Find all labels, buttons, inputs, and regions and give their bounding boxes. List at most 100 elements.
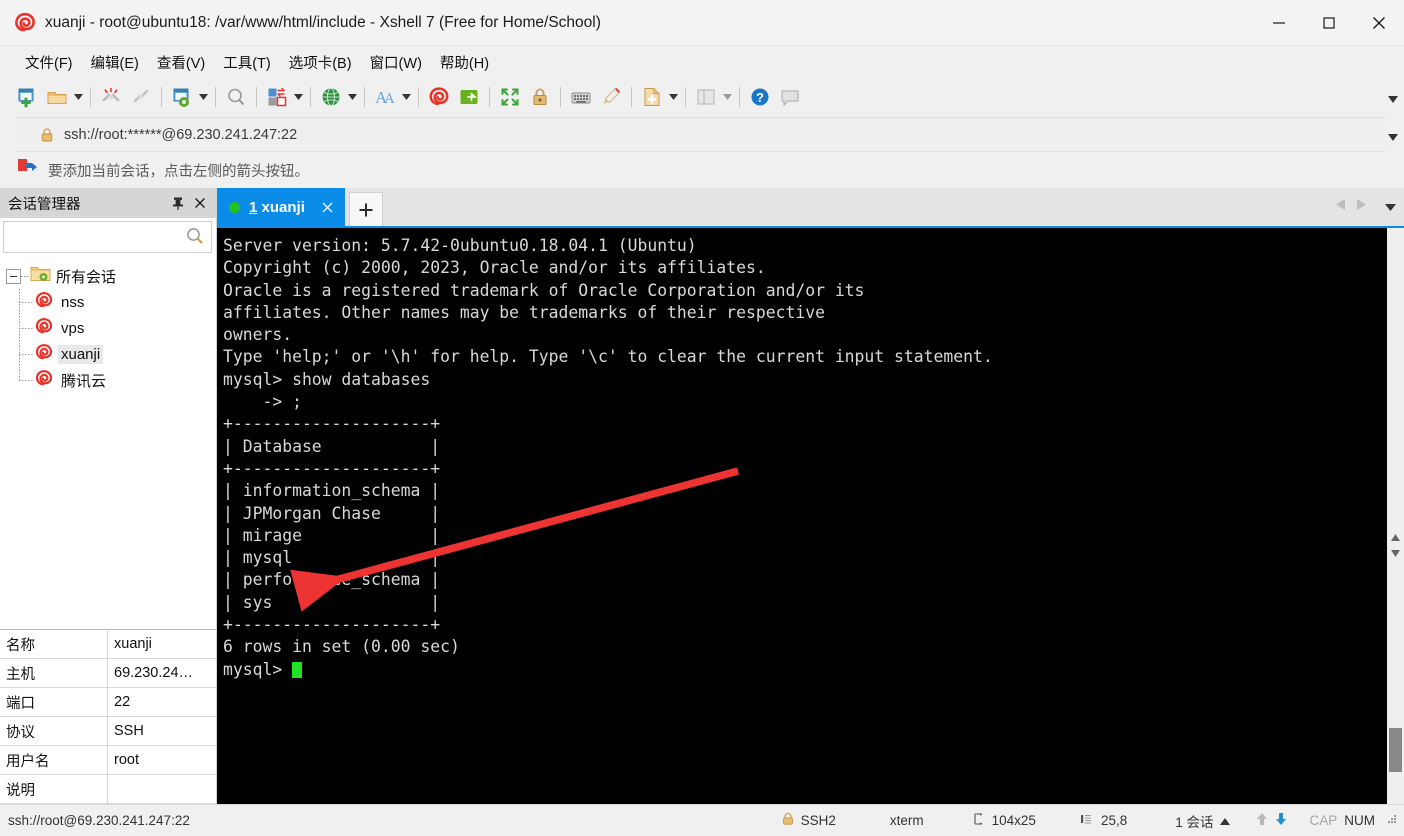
xshell-session-icon bbox=[34, 369, 54, 392]
notification-bar: 要添加当前会话，点击左侧的箭头按钮。 bbox=[0, 152, 1404, 188]
new-file-dropdown-icon[interactable] bbox=[667, 83, 680, 111]
font-icon[interactable]: A A bbox=[370, 82, 400, 112]
scroll-up-icon[interactable] bbox=[1387, 530, 1404, 545]
address-bar[interactable]: ssh://root:******@69.230.241.247:22 bbox=[16, 117, 1398, 152]
lock-icon bbox=[40, 127, 54, 143]
session-search-box[interactable] bbox=[3, 221, 212, 253]
new-file-icon[interactable] bbox=[637, 82, 667, 112]
terminal-line: Copyright (c) 2000, 2023, Oracle and/or … bbox=[223, 258, 766, 278]
status-num-lock: NUM bbox=[1344, 813, 1375, 828]
new-tab-button[interactable] bbox=[348, 192, 383, 226]
terminal-prompt: mysql> bbox=[223, 659, 293, 679]
terminal-line: | mirage | bbox=[223, 525, 441, 545]
tree-root-all-sessions[interactable]: 所有会话 bbox=[0, 263, 216, 289]
status-protocol: SSH2 bbox=[800, 813, 836, 828]
keyboard-icon[interactable] bbox=[566, 82, 596, 112]
open-folder-dropdown-icon[interactable] bbox=[72, 83, 85, 111]
session-item-vps[interactable]: vps bbox=[0, 315, 216, 341]
status-connection: ssh://root@69.230.241.247:22 bbox=[8, 813, 190, 828]
session-caret-icon[interactable] bbox=[1220, 813, 1231, 828]
chevron-right-icon[interactable] bbox=[1356, 198, 1367, 216]
arrow-up-icon bbox=[1256, 812, 1268, 829]
fullscreen-icon[interactable] bbox=[495, 82, 525, 112]
xshell-icon[interactable] bbox=[424, 82, 454, 112]
toolbar-separator bbox=[418, 87, 419, 107]
terminal-line: Server version: 5.7.42-0ubuntu0.18.04.1 … bbox=[223, 236, 697, 255]
session-item-tencent-cloud[interactable]: 腾讯云 bbox=[0, 367, 216, 393]
highlight-icon[interactable] bbox=[596, 82, 626, 112]
comment-icon[interactable] bbox=[775, 82, 805, 112]
find-icon[interactable] bbox=[221, 82, 251, 112]
menu-tabs[interactable]: 选项卡(B) bbox=[280, 49, 361, 76]
terminal-screen[interactable]: Server version: 5.7.42-0ubuntu0.18.04.1 … bbox=[217, 228, 1386, 804]
terminal-scrollbar[interactable] bbox=[1386, 228, 1404, 804]
property-key: 名称 bbox=[0, 630, 108, 658]
layout-icon[interactable] bbox=[691, 82, 721, 112]
menu-help[interactable]: 帮助(H) bbox=[431, 49, 498, 76]
reconnect-icon[interactable] bbox=[126, 82, 156, 112]
session-properties-icon[interactable] bbox=[167, 82, 197, 112]
close-icon[interactable] bbox=[190, 193, 210, 213]
scrollbar-thumb[interactable] bbox=[1389, 728, 1402, 772]
menu-view[interactable]: 查看(V) bbox=[148, 49, 214, 76]
xshell-spiral-icon bbox=[14, 12, 36, 34]
minimize-button[interactable] bbox=[1254, 0, 1304, 45]
toolbar-overflow-icon[interactable] bbox=[1388, 90, 1398, 108]
property-value: root bbox=[114, 752, 139, 768]
chevron-down-icon[interactable] bbox=[1388, 128, 1398, 146]
resize-grip-icon[interactable] bbox=[1386, 813, 1398, 828]
menu-edit[interactable]: 编辑(E) bbox=[82, 49, 148, 76]
expander-icon[interactable] bbox=[6, 268, 21, 284]
open-folder-icon[interactable] bbox=[42, 82, 72, 112]
session-properties-dropdown-icon[interactable] bbox=[197, 83, 210, 111]
font-dropdown-icon[interactable] bbox=[400, 83, 413, 111]
property-row: 名称 xuanji bbox=[0, 630, 216, 659]
session-properties-table: 名称 xuanji 主机 69.230.24… 端口 22 协议 SSH 用户名 bbox=[0, 629, 216, 804]
maximize-button[interactable] bbox=[1304, 0, 1354, 45]
session-item-nss[interactable]: nss bbox=[0, 289, 216, 315]
menu-window[interactable]: 窗口(W) bbox=[361, 49, 431, 76]
transfer-dropdown-icon[interactable] bbox=[292, 83, 305, 111]
globe-dropdown-icon[interactable] bbox=[346, 83, 359, 111]
address-url: ssh://root:******@69.230.241.247:22 bbox=[64, 126, 298, 143]
layout-dropdown-icon[interactable] bbox=[721, 83, 734, 111]
property-key: 端口 bbox=[0, 688, 108, 716]
xshell-session-icon bbox=[34, 343, 54, 366]
toolbar-separator bbox=[90, 87, 91, 107]
terminal-line: 6 rows in set (0.00 sec) bbox=[223, 637, 460, 657]
folder-sessions-icon bbox=[30, 265, 51, 288]
pin-icon[interactable] bbox=[168, 193, 188, 213]
property-row: 用户名 root bbox=[0, 746, 216, 775]
tree-connector bbox=[19, 379, 34, 381]
search-input[interactable] bbox=[4, 228, 211, 246]
property-key: 协议 bbox=[0, 717, 108, 745]
chevron-left-icon[interactable] bbox=[1335, 198, 1346, 216]
menu-file[interactable]: 文件(F) bbox=[16, 49, 82, 76]
xftp-icon[interactable] bbox=[454, 82, 484, 112]
toolbar-separator bbox=[364, 87, 365, 107]
toolbar-separator bbox=[489, 87, 490, 107]
session-label: xuanji bbox=[58, 344, 104, 364]
scroll-down-icon[interactable] bbox=[1387, 546, 1404, 561]
arrow-down-icon bbox=[1275, 812, 1287, 829]
session-item-xuanji[interactable]: xuanji bbox=[0, 341, 216, 367]
disconnect-icon[interactable] bbox=[96, 82, 126, 112]
close-button[interactable] bbox=[1354, 0, 1404, 45]
transfer-file-icon[interactable] bbox=[262, 82, 292, 112]
menu-tools[interactable]: 工具(T) bbox=[214, 49, 280, 76]
tab-list-dropdown-icon[interactable] bbox=[1385, 198, 1396, 216]
new-session-icon[interactable] bbox=[12, 82, 42, 112]
globe-icon[interactable] bbox=[316, 82, 346, 112]
notification-text: 要添加当前会话，点击左侧的箭头按钮。 bbox=[48, 163, 309, 180]
status-bar: ssh://root@69.230.241.247:22 SSH2 xterm … bbox=[0, 804, 1404, 836]
status-caps-lock: CAP bbox=[1309, 813, 1338, 828]
help-icon[interactable]: ? bbox=[745, 82, 775, 112]
lock-icon[interactable] bbox=[525, 82, 555, 112]
tree-root-label: 所有会话 bbox=[56, 268, 117, 286]
cursor-pos-icon bbox=[1080, 812, 1094, 829]
status-term-type: xterm bbox=[889, 813, 924, 828]
tab-xuanji[interactable]: 1 xuanji bbox=[217, 188, 345, 226]
tab-close-icon[interactable] bbox=[319, 198, 337, 216]
property-value: 69.230.24… bbox=[114, 665, 194, 681]
block-cursor bbox=[292, 661, 303, 678]
